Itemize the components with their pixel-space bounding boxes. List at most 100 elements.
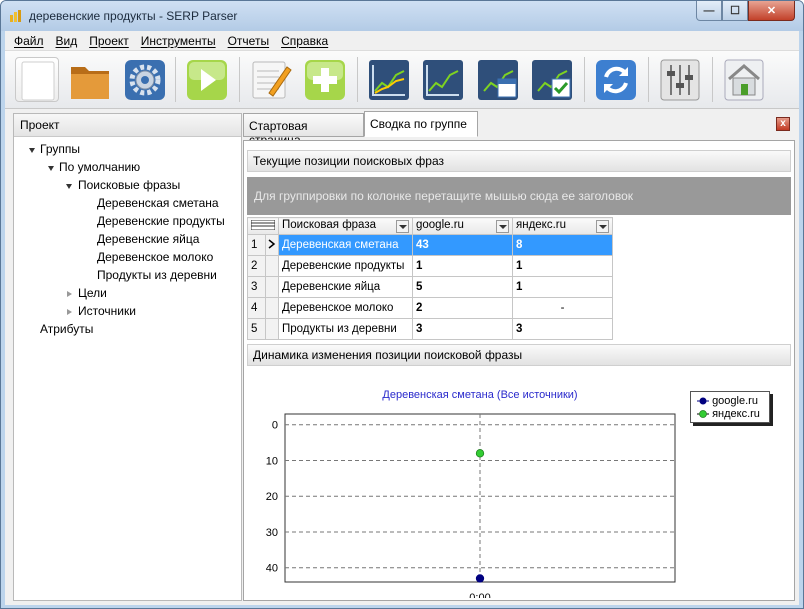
yandex-cell[interactable]: 3 (512, 318, 613, 340)
menu-reports[interactable]: Отчеты (228, 34, 269, 48)
row-number: 1 (246, 234, 267, 256)
collapse-icon[interactable] (67, 309, 72, 315)
y-tick-label: 20 (266, 491, 278, 503)
equalizer-button[interactable] (658, 57, 702, 102)
refresh-icon (596, 60, 636, 100)
table-row[interactable]: 1 Деревенская сметана 43 8 (246, 234, 613, 256)
project-panel-title: Проект (14, 114, 241, 137)
menu-view[interactable]: Вид (56, 34, 78, 48)
column-header-google[interactable]: google.ru (412, 217, 513, 235)
toolbar-separator (712, 57, 713, 102)
group-by-area[interactable]: Для группировки по колонке перетащите мы… (247, 177, 791, 215)
chart-title: Деревенская сметана (Все источники) (382, 389, 577, 401)
google-cell[interactable]: 5 (412, 276, 513, 298)
run-button[interactable] (185, 57, 229, 102)
legend-marker (697, 410, 709, 418)
column-filter-dropdown[interactable] (596, 220, 609, 233)
phrase-cell[interactable]: Деревенские яйца (278, 276, 413, 298)
new-document-icon (21, 61, 55, 101)
group-summary-panel: Текущие позиции поисковых фраз Для групп… (243, 140, 795, 604)
positions-section-title: Текущие позиции поисковых фраз (247, 150, 791, 172)
tree-search-phrases[interactable]: Поисковые фразы (78, 178, 180, 192)
menu-help[interactable]: Справка (281, 34, 328, 48)
menu-project[interactable]: Проект (89, 34, 129, 48)
expand-icon[interactable] (29, 148, 35, 153)
settings-button[interactable] (123, 57, 167, 102)
tree-groups[interactable]: Группы (40, 142, 80, 156)
expand-icon[interactable] (48, 166, 54, 171)
row-indicator (265, 318, 279, 340)
tab-group-summary[interactable]: Сводка по группе (364, 111, 478, 137)
table-row[interactable]: 2 Деревенские продукты 1 1 (246, 255, 613, 277)
home-button[interactable] (722, 57, 766, 102)
menu-tools[interactable]: Инструменты (141, 34, 216, 48)
table-header-row: Поисковая фраза google.ru яндекс.ru (247, 217, 613, 235)
table-row[interactable]: 5 Продукты из деревни 3 3 (246, 318, 613, 340)
menu-bar: Файл Вид Проект Инструменты Отчеты Справ… (5, 31, 799, 51)
legend-dot (699, 397, 707, 405)
new-document-button[interactable] (15, 57, 59, 102)
table-row[interactable]: 4 Деревенское молоко 2 - (246, 297, 613, 319)
google-cell[interactable]: 1 (412, 255, 513, 277)
column-filter-dropdown[interactable] (396, 220, 409, 233)
y-tick-label: 10 (266, 455, 278, 467)
plus-icon (305, 60, 345, 100)
dynamics-section-title: Динамика изменения позиции поисковой фра… (247, 344, 791, 366)
phrase-cell[interactable]: Деревенское молоко (278, 297, 413, 319)
google-cell[interactable]: 2 (412, 297, 513, 319)
phrase-cell[interactable]: Продукты из деревни (278, 318, 413, 340)
title-bar[interactable]: деревенские продукты - SERP Parser — ☐ ✕ (1, 1, 803, 31)
open-folder-button[interactable] (68, 57, 112, 102)
google-cell[interactable]: 43 (412, 234, 513, 256)
close-tab-button[interactable]: x (776, 117, 790, 131)
yandex-cell[interactable]: - (512, 297, 613, 319)
refresh-button[interactable] (594, 57, 638, 102)
column-header-phrase[interactable]: Поисковая фраза (278, 217, 413, 235)
window-title: деревенские продукты - SERP Parser (29, 9, 238, 23)
tree-default-group[interactable]: По умолчанию (59, 160, 140, 174)
chart-report-button[interactable] (367, 57, 411, 102)
yandex-cell[interactable]: 1 (512, 255, 613, 277)
chart-check-button[interactable] (530, 57, 574, 102)
chart-calendar-icon (478, 60, 518, 100)
close-button[interactable]: ✕ (748, 1, 795, 21)
yandex-cell[interactable]: 8 (512, 234, 613, 256)
row-indicator (265, 297, 279, 319)
y-tick-label: 0 (272, 420, 278, 432)
add-button[interactable] (303, 57, 347, 102)
positions-table: Поисковая фраза google.ru яндекс.ru 1 Де… (246, 217, 613, 340)
chart-calendar-button[interactable] (476, 57, 520, 102)
folder-icon (71, 67, 109, 99)
tree-sources[interactable]: Источники (78, 304, 136, 318)
y-tick-label: 40 (266, 563, 278, 575)
expand-icon[interactable] (66, 184, 72, 189)
maximize-button[interactable]: ☐ (722, 1, 748, 21)
tree-phrase[interactable]: Продукты из деревни (97, 268, 217, 282)
minimize-button[interactable]: — (696, 1, 722, 21)
collapse-icon[interactable] (67, 291, 72, 297)
google-cell[interactable]: 3 (412, 318, 513, 340)
column-chooser[interactable] (247, 217, 279, 235)
tree-goals[interactable]: Цели (78, 286, 107, 300)
notepad-pencil-icon (252, 61, 292, 99)
row-number: 2 (246, 255, 267, 277)
tree-attributes[interactable]: Атрибуты (40, 322, 93, 336)
tree-phrase[interactable]: Деревенские продукты (97, 214, 225, 228)
toolbar-separator (239, 57, 240, 102)
row-pointer-icon (268, 238, 276, 249)
tree-phrase[interactable]: Деревенское молоко (97, 250, 213, 264)
report-area: Стартовая страница Сводка по группе x Те… (243, 111, 795, 604)
column-filter-dropdown[interactable] (496, 220, 509, 233)
menu-file[interactable]: Файл (14, 34, 44, 48)
tab-start-page[interactable]: Стартовая страница (243, 113, 364, 147)
chart-report-2-button[interactable] (421, 57, 465, 102)
phrase-cell[interactable]: Деревенские продукты (278, 255, 413, 277)
edit-button[interactable] (249, 57, 293, 102)
column-header-yandex[interactable]: яндекс.ru (512, 217, 613, 235)
toolbar-separator (175, 57, 176, 102)
tree-phrase[interactable]: Деревенская сметана (97, 196, 219, 210)
phrase-cell[interactable]: Деревенская сметана (278, 234, 413, 256)
table-row[interactable]: 3 Деревенские яйца 5 1 (246, 276, 613, 298)
tree-phrase[interactable]: Деревенские яйца (97, 232, 199, 246)
yandex-cell[interactable]: 1 (512, 276, 613, 298)
